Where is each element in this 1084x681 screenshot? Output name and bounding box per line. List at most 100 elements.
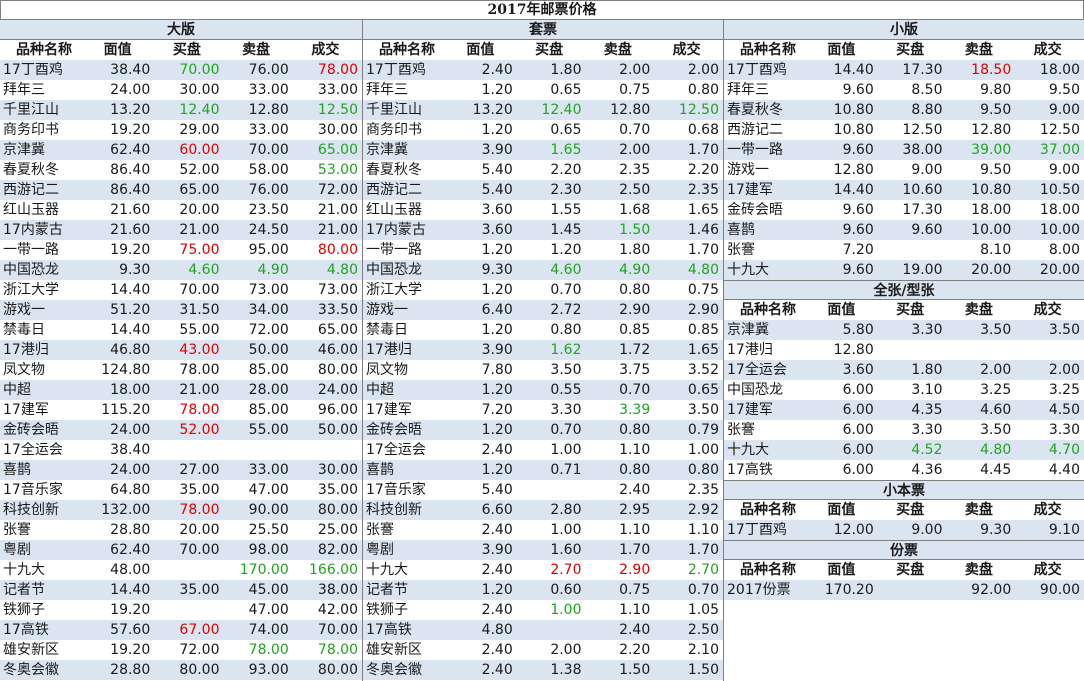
cell-deal: 18.00 bbox=[1039, 202, 1080, 218]
table-row: 17港归 12.80 bbox=[724, 340, 1084, 360]
table-row: 春夏秋冬 10.80 8.80 9.50 9.00 bbox=[724, 100, 1084, 120]
cell-bid: 4.36 bbox=[911, 462, 943, 478]
cell-name: 禁毒日 bbox=[3, 322, 45, 338]
cell-bid: 17.30 bbox=[902, 202, 943, 218]
cell-ask bbox=[224, 440, 293, 460]
cell-name: 春夏秋冬 bbox=[727, 102, 783, 118]
cell-deal: 4.80 bbox=[687, 262, 719, 278]
table-row: 喜鹊 24.00 27.00 33.00 30.00 bbox=[0, 460, 362, 480]
header-row: 品种名称 面值 买盘 卖盘 成交 bbox=[724, 500, 1084, 520]
cell-face: 9.30 bbox=[119, 262, 151, 278]
cell-face: 21.60 bbox=[110, 222, 151, 238]
cell-name: 金砖会晤 bbox=[727, 202, 783, 218]
cell-name: 铁狮子 bbox=[366, 602, 408, 618]
cell-face: 19.20 bbox=[110, 242, 151, 258]
cell-bid: 38.00 bbox=[902, 142, 943, 158]
cell-deal: 33.50 bbox=[317, 302, 358, 318]
cell-deal: 9.00 bbox=[1048, 162, 1080, 178]
cell-ask: 9.50 bbox=[980, 102, 1012, 118]
header-bid: 买盘 bbox=[896, 502, 925, 518]
cell-deal: 2.92 bbox=[687, 502, 719, 518]
table-row: 17港归 46.80 43.00 50.00 46.00 bbox=[0, 340, 362, 360]
cell-bid: 70.00 bbox=[179, 542, 220, 558]
cell-bid: 2.00 bbox=[550, 642, 582, 658]
cell-ask: 3.75 bbox=[619, 362, 651, 378]
header-name: 品种名称 bbox=[16, 42, 72, 58]
table-row: 十九大 2.40 2.70 2.90 2.70 bbox=[363, 560, 723, 580]
cell-name: 浙江大学 bbox=[3, 282, 59, 298]
cell-bid: 30.00 bbox=[179, 82, 220, 98]
header-ask: 卖盘 bbox=[964, 302, 993, 318]
cell-deal: 90.00 bbox=[1039, 582, 1080, 598]
cell-bid: 1.60 bbox=[550, 542, 582, 558]
header-face: 面值 bbox=[827, 302, 856, 318]
cell-name: 17建军 bbox=[3, 402, 49, 418]
cell-name: 西游记二 bbox=[366, 182, 422, 198]
cell-bid: 70.00 bbox=[179, 62, 220, 78]
cell-ask: 2.35 bbox=[619, 162, 651, 178]
cell-name: 浙江大学 bbox=[366, 282, 422, 298]
table-row: 17全运会 38.40 bbox=[0, 440, 362, 460]
cell-bid bbox=[878, 240, 947, 260]
cell-deal: 0.68 bbox=[687, 122, 719, 138]
cell-name: 张謇 bbox=[3, 522, 31, 538]
cell-ask: 0.70 bbox=[619, 122, 651, 138]
cell-name: 拜年三 bbox=[3, 82, 45, 98]
cell-face: 132.00 bbox=[101, 502, 151, 518]
cell-deal: 38.00 bbox=[317, 582, 358, 598]
cell-name: 科技创新 bbox=[366, 502, 422, 518]
cell-ask: 2.95 bbox=[619, 502, 651, 518]
cell-bid bbox=[878, 340, 947, 360]
header-deal: 成交 bbox=[311, 42, 340, 58]
table-row: 17丁酉鸡 2.40 1.80 2.00 2.00 bbox=[363, 60, 723, 80]
table-row: 京津冀 62.40 60.00 70.00 65.00 bbox=[0, 140, 362, 160]
cell-name: 17丁酉鸡 bbox=[727, 522, 787, 538]
cell-deal: 9.00 bbox=[1048, 102, 1080, 118]
cell-deal: 18.00 bbox=[1039, 62, 1080, 78]
cell-face: 28.80 bbox=[110, 662, 151, 678]
cell-deal: 3.30 bbox=[1048, 422, 1080, 438]
table-row: 拜年三 24.00 30.00 33.00 33.00 bbox=[0, 80, 362, 100]
cell-name: 京津冀 bbox=[727, 322, 769, 338]
rows-quanzhang: 京津冀 5.80 3.30 3.50 3.50 17港归 12.80 17全运会 3.60 1.8… bbox=[724, 320, 1084, 480]
cell-ask: 8.10 bbox=[980, 242, 1012, 258]
cell-name: 记者节 bbox=[366, 582, 408, 598]
cell-face: 1.20 bbox=[481, 582, 513, 598]
cell-name: 雄安新区 bbox=[366, 642, 422, 658]
section-title-xiaobenpiao: 小本票 bbox=[724, 480, 1084, 500]
cell-ask: 20.00 bbox=[971, 262, 1012, 278]
cell-deal: 9.10 bbox=[1048, 522, 1080, 538]
cell-name: 粤剧 bbox=[3, 542, 31, 558]
cell-ask: 1.10 bbox=[619, 602, 651, 618]
cell-deal: 2.00 bbox=[1048, 362, 1080, 378]
cell-name: 张謇 bbox=[366, 522, 394, 538]
cell-ask: 1.72 bbox=[619, 342, 651, 358]
cell-bid: 9.00 bbox=[911, 522, 943, 538]
cell-bid: 1.55 bbox=[550, 202, 582, 218]
table-row: 记者节 14.40 35.00 45.00 38.00 bbox=[0, 580, 362, 600]
cell-deal: 2.00 bbox=[687, 62, 719, 78]
cell-name: 铁狮子 bbox=[3, 602, 45, 618]
table-row: 17高铁 57.60 67.00 74.00 70.00 bbox=[0, 620, 362, 640]
cell-name: 春夏秋冬 bbox=[366, 162, 422, 178]
cell-deal: 21.00 bbox=[317, 202, 358, 218]
cell-bid: 0.80 bbox=[550, 322, 582, 338]
cell-name: 京津冀 bbox=[3, 142, 45, 158]
cell-ask: 2.90 bbox=[619, 562, 651, 578]
cell-bid: 60.00 bbox=[179, 142, 220, 158]
cell-bid: 1.00 bbox=[550, 602, 582, 618]
cell-face: 3.60 bbox=[481, 202, 513, 218]
cell-deal: 1.46 bbox=[687, 222, 719, 238]
cell-face: 12.80 bbox=[833, 342, 874, 358]
cell-name: 张謇 bbox=[727, 242, 755, 258]
cell-name: 17高铁 bbox=[366, 622, 412, 638]
cell-ask: 10.80 bbox=[971, 182, 1012, 198]
cell-deal: 46.00 bbox=[317, 342, 358, 358]
cell-name: 春夏秋冬 bbox=[3, 162, 59, 178]
cell-ask: 1.50 bbox=[619, 222, 651, 238]
section-title-quanzhang: 全张/型张 bbox=[724, 280, 1084, 300]
cell-bid: 1.20 bbox=[550, 242, 582, 258]
cell-ask: 92.00 bbox=[971, 582, 1012, 598]
cell-face: 7.20 bbox=[842, 242, 874, 258]
cell-face: 6.60 bbox=[481, 502, 513, 518]
